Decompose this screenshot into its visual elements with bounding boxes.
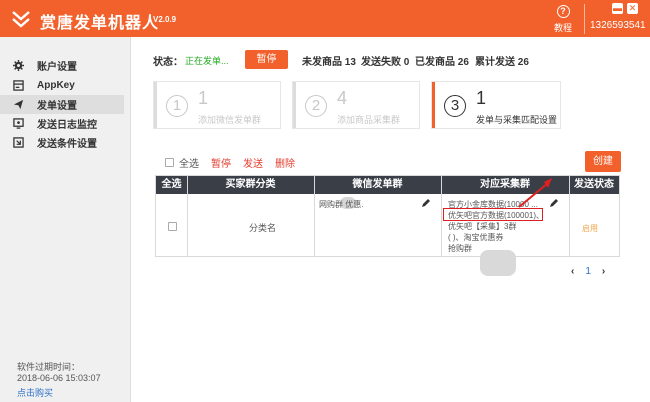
select-all-label: 全选: [179, 159, 199, 170]
table-row: 分类名 网购群 优惠. 官方小金库数据(10000 ... 优矢吧官方数据(10…: [156, 194, 619, 276]
edit-pencil-icon[interactable]: [549, 198, 559, 211]
sidebar-item-label: AppKey: [37, 80, 75, 91]
edit-pencil-icon[interactable]: [421, 198, 431, 211]
step-desc: 添加微信发单群: [198, 115, 262, 125]
stat-unsent: 未发商品 13: [302, 57, 356, 68]
step-circle: 1: [166, 95, 188, 117]
pause-button[interactable]: 暂停: [245, 50, 288, 69]
expire-label: 软件过期时间：: [17, 362, 81, 372]
tutorial-label: 教程: [553, 23, 572, 33]
monitor-icon: [11, 118, 25, 129]
row-wechat-group: 网购群 优惠.: [319, 200, 364, 209]
key-card-icon: [11, 80, 25, 91]
stat-failed: 发送失败 0: [361, 57, 410, 68]
header-wechat-group: 微信发单群: [352, 179, 403, 190]
sidebar-item-label: 发送日志监控: [37, 120, 97, 131]
row-category: 分类名: [248, 223, 276, 233]
delete-link[interactable]: 删除: [275, 155, 295, 170]
create-button[interactable]: 创建: [585, 151, 621, 172]
redacted-blur: [480, 250, 516, 276]
send-link[interactable]: 发送: [243, 155, 263, 170]
sidebar-item-send-settings[interactable]: 发单设置: [0, 95, 124, 114]
title-bar: 赏唐发单机器人 V2.0.9 ? 教程 ▬ ✕ 13265935​41: [0, 0, 650, 37]
row-status[interactable]: 启用: [582, 223, 598, 234]
sidebar-item-account[interactable]: 账户设置: [0, 56, 124, 75]
header-category: 买家群分类: [225, 179, 276, 190]
sidebar: 账户设置 AppKey 发单设置 发送日志监控 发送条件设置 软件过期时间： 2…: [0, 37, 131, 402]
account-phone: 13265935​41: [590, 20, 646, 31]
step-bar: [154, 82, 157, 128]
expire-time: 2018-06-06 15:03:07: [17, 373, 101, 383]
buy-link[interactable]: 点击购买: [17, 386, 53, 399]
status-value: 正在发单...: [185, 55, 229, 66]
step-circle: 2: [305, 95, 327, 117]
step-desc: 发单与采集匹配设置: [476, 115, 558, 125]
gear-icon: [11, 60, 25, 71]
highlight-box: [443, 208, 543, 221]
sidebar-item-label: 发送条件设置: [37, 139, 97, 150]
step-bar: [432, 82, 435, 128]
status-label: 状态：: [153, 56, 183, 68]
step-count: 1: [198, 88, 209, 108]
header-status: 发送状态: [574, 179, 614, 190]
title-divider: [584, 4, 585, 34]
status-row: 状态： 正在发单...: [153, 50, 229, 70]
logo-icon: [12, 11, 30, 28]
step-add-collect-group[interactable]: 2 4 添加商品采集群: [292, 81, 420, 129]
pause-link[interactable]: 暂停: [211, 155, 231, 170]
tutorial-button[interactable]: ? 教程: [549, 5, 577, 34]
select-all-checkbox[interactable]: [165, 158, 174, 167]
action-row: 全选 暂停 发送 删除: [165, 155, 307, 170]
sidebar-item-send-conditions[interactable]: 发送条件设置: [0, 133, 124, 152]
collect-group-line: 优矢吧【采集】3群: [448, 222, 517, 231]
next-page-button[interactable]: ›: [602, 266, 605, 277]
sidebar-item-label: 账户设置: [37, 62, 77, 73]
step-bar: [293, 82, 296, 128]
step-match-settings[interactable]: 3 1 发单与采集匹配设置: [431, 81, 561, 129]
step-desc: 添加商品采集群: [337, 115, 401, 125]
step-count: 4: [337, 88, 348, 108]
minimize-button[interactable]: ▬: [612, 3, 623, 14]
step-count: 1: [476, 88, 487, 108]
group-table: 全选 买家群分类 微信发单群 对应采集群 发送状态 分类名 网购群 优惠. 官方…: [155, 175, 620, 276]
settings-square-icon: [11, 137, 25, 148]
sidebar-item-appkey[interactable]: AppKey: [0, 76, 124, 95]
collect-group-line: ( )、淘宝优惠券: [448, 233, 504, 242]
table-header: 全选 买家群分类 微信发单群 对应采集群 发送状态: [156, 176, 619, 194]
stat-total: 累计发送 26: [475, 57, 529, 68]
page-number[interactable]: 1: [585, 266, 591, 277]
stat-sent: 已发商品 26: [415, 57, 469, 68]
pagination: ‹ 1 ›: [571, 266, 605, 277]
app-title: 赏唐发单机器人: [40, 15, 160, 32]
step-add-wechat-group[interactable]: 1 1 添加微信发单群: [153, 81, 281, 129]
close-button[interactable]: ✕: [627, 3, 638, 14]
send-icon: [11, 99, 25, 110]
header-collect-group: 对应采集群: [480, 179, 530, 190]
row-checkbox[interactable]: [168, 222, 177, 231]
prev-page-button[interactable]: ‹: [571, 266, 574, 277]
sidebar-item-label: 发单设置: [37, 101, 77, 112]
header-select-all[interactable]: 全选: [156, 176, 187, 194]
step-circle: 3: [444, 95, 466, 117]
help-icon: ?: [556, 5, 570, 18]
sidebar-item-send-log[interactable]: 发送日志监控: [0, 114, 124, 133]
app-version: V2.0.9: [153, 15, 177, 24]
